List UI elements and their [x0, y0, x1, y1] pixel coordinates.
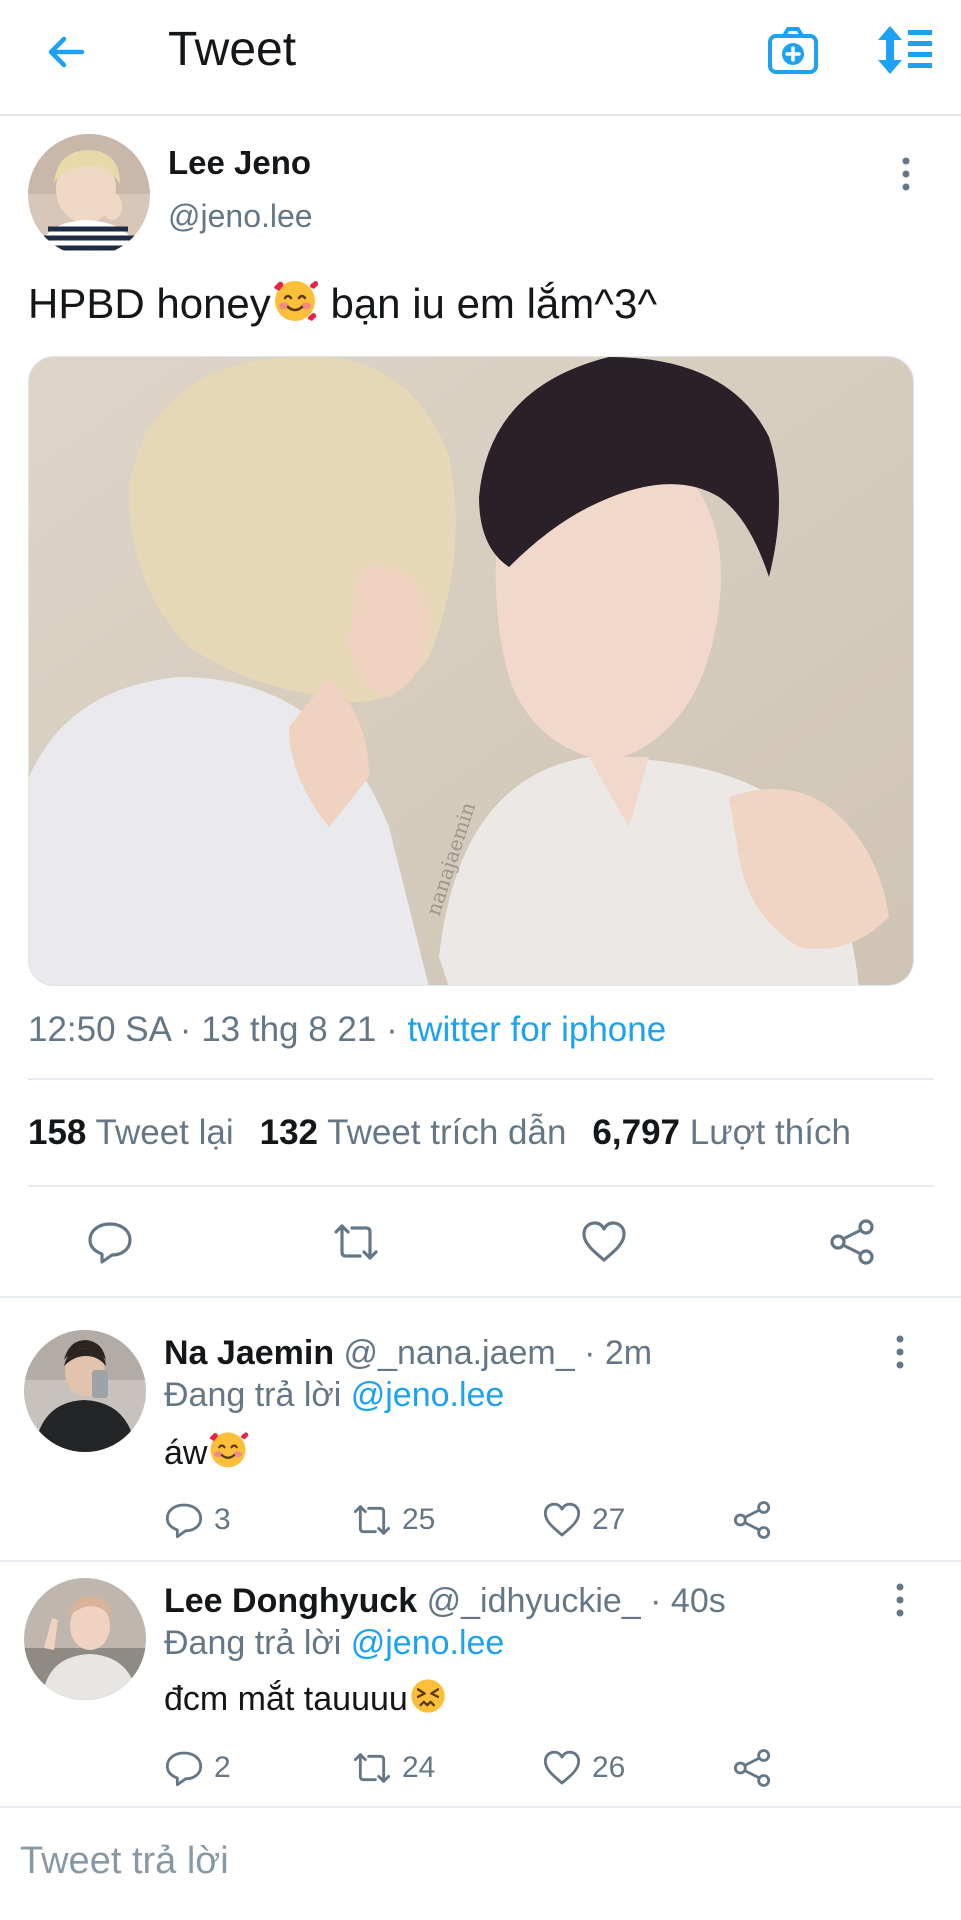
reply-author-name[interactable]: Na Jaemin [164, 1334, 334, 1372]
smiling-face-with-hearts-icon [273, 280, 318, 321]
replying-to: Đang trả lời @jeno.lee [164, 1624, 505, 1662]
share-action[interactable] [732, 1500, 782, 1540]
divider [28, 1185, 934, 1187]
divider [28, 1078, 934, 1080]
reply-text: áw [164, 1428, 249, 1473]
section-separator [0, 1296, 961, 1298]
reply-header: Lee Donghyuck @_idhyuckie_ · 40s [164, 1582, 726, 1620]
tweet-meta: 12:50 SA · 13 thg 8 21 · twitter for iph… [28, 1010, 667, 1049]
tweet-text-part-1: HPBD honey [28, 280, 271, 327]
reply-count: 3 [214, 1503, 231, 1536]
retweet-icon [353, 1505, 391, 1535]
likes-stat[interactable]: 6,797 Lượt thích [592, 1113, 851, 1152]
reply-text: đcm mắt tauuuu [164, 1676, 448, 1719]
reply-author-name[interactable]: Lee Donghyuck [164, 1582, 417, 1620]
author-name[interactable]: Lee Jeno [168, 144, 311, 182]
retweet-count: 24 [402, 1751, 436, 1784]
reply-author-handle[interactable]: @_idhyuckie_ [427, 1582, 641, 1620]
reply-compose-input[interactable]: Tweet trả lời [20, 1840, 229, 1883]
reply-header: Na Jaemin @_nana.jaem_ · 2m [164, 1334, 653, 1372]
sort-arrows-icon[interactable] [876, 24, 934, 76]
share-action[interactable] [732, 1748, 782, 1788]
retweet-count: 25 [402, 1503, 436, 1536]
section-separator [0, 1560, 961, 1562]
smiling-face-with-hearts-icon [210, 1432, 249, 1468]
retweet-icon [353, 1753, 391, 1783]
share-icon[interactable] [828, 1218, 876, 1266]
like-heart-icon [543, 1750, 581, 1785]
like-heart-icon [543, 1502, 581, 1537]
replying-to-handle[interactable]: @jeno.lee [351, 1624, 505, 1662]
author-handle[interactable]: @jeno.lee [168, 198, 313, 235]
confounded-face-icon [411, 1679, 445, 1713]
more-options-icon[interactable] [892, 1334, 908, 1370]
reply-time: 2m [604, 1334, 653, 1372]
tweet-date: 13 thg 8 21 [201, 1010, 377, 1049]
like-heart-icon[interactable] [580, 1218, 628, 1266]
like-action[interactable]: 26 [542, 1748, 625, 1788]
replying-to: Đang trả lời @jeno.lee [164, 1376, 505, 1414]
author-avatar[interactable] [28, 134, 150, 256]
retweet-action[interactable]: 24 [352, 1748, 435, 1788]
tweet-stats: 158 Tweet lại 132 Tweet trích dẫn 6,797 Lư… [28, 1113, 851, 1153]
more-options-icon[interactable] [898, 156, 914, 192]
reply-author-handle[interactable]: @_nana.jaem_ [344, 1334, 575, 1372]
page-title: Tweet [168, 23, 297, 76]
more-options-icon[interactable] [892, 1582, 908, 1618]
quotes-stat[interactable]: 132 Tweet trích dẫn [260, 1113, 567, 1152]
section-separator [0, 1806, 961, 1808]
like-count: 26 [592, 1751, 626, 1784]
reply-icon [165, 1751, 203, 1787]
tweet-source-link[interactable]: twitter for iphone [407, 1010, 666, 1049]
like-count: 27 [592, 1503, 626, 1536]
tweet-text: HPBD honey bạn iu em lắm^3^ [28, 276, 657, 328]
camera-plus-icon[interactable] [766, 24, 820, 78]
replying-to-handle[interactable]: @jeno.lee [351, 1376, 505, 1414]
reply-icon [165, 1503, 203, 1539]
like-action[interactable]: 27 [542, 1500, 625, 1540]
top-bar: Tweet [0, 0, 961, 116]
tweet-media-image[interactable]: nanajaemin [28, 356, 914, 986]
reply-action[interactable]: 3 [164, 1500, 231, 1540]
back-arrow-icon[interactable] [42, 28, 90, 76]
tweet-text-part-2: bạn iu em lắm^3^ [318, 280, 658, 327]
reply-count: 2 [214, 1751, 231, 1784]
retweet-action[interactable]: 25 [352, 1500, 435, 1540]
reply-time: 40s [670, 1582, 726, 1620]
share-icon [733, 1749, 771, 1787]
tweet-time: 12:50 SA [28, 1010, 171, 1049]
retweet-icon[interactable] [332, 1218, 380, 1266]
reply-action[interactable]: 2 [164, 1748, 231, 1788]
reply-avatar[interactable] [24, 1578, 146, 1700]
reply-avatar[interactable] [24, 1330, 146, 1452]
retweets-stat[interactable]: 158 Tweet lại [28, 1113, 234, 1152]
reply-icon[interactable] [86, 1218, 134, 1266]
share-icon [733, 1501, 771, 1539]
